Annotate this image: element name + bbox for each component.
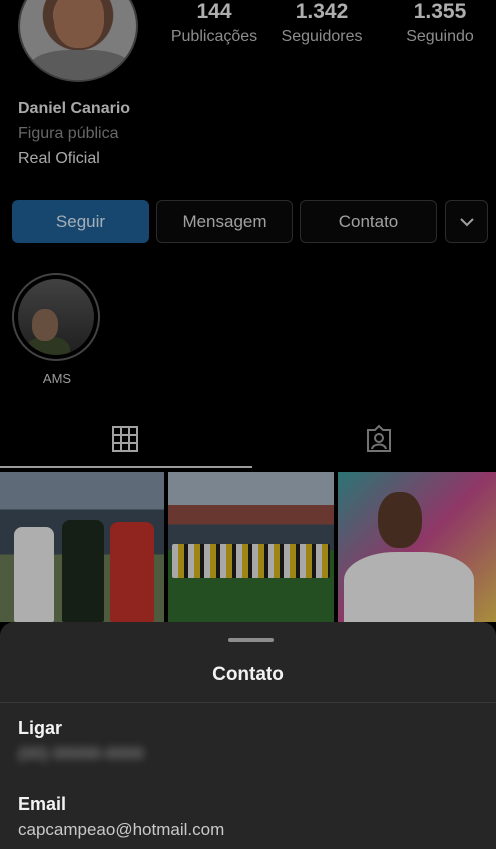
email-value[interactable]: capcampeao@hotmail.com — [18, 820, 224, 840]
stat-followers-label: Seguidores — [281, 28, 363, 45]
chevron-down-icon — [459, 217, 474, 226]
avatar-shirt — [30, 50, 130, 80]
profile-bio-text: Real Oficial — [18, 150, 100, 167]
stat-followers[interactable]: 1.342 Seguidores — [274, 0, 370, 46]
avatar-face — [54, 0, 104, 48]
stat-following-label: Seguindo — [406, 28, 474, 45]
grid-icon[interactable] — [110, 424, 140, 454]
message-button[interactable]: Mensagem — [156, 200, 293, 243]
post-thumbnail[interactable] — [338, 472, 496, 622]
stat-following-count: 1.355 — [413, 0, 467, 23]
profile-tabs — [0, 418, 496, 470]
profile-stats: 144 Publicações 1.342 Seguidores 1.355 S… — [160, 0, 496, 60]
profile-category: Figura pública — [18, 125, 119, 142]
stat-followers-count: 1.342 — [295, 0, 349, 23]
stat-following[interactable]: 1.355 Seguindo — [390, 0, 490, 46]
profile-avatar[interactable] — [18, 0, 138, 82]
more-options-button[interactable] — [445, 200, 488, 243]
contact-button[interactable]: Contato — [300, 200, 437, 243]
sheet-drag-handle[interactable] — [228, 638, 274, 642]
tagged-icon[interactable] — [364, 424, 394, 454]
stat-posts[interactable]: 144 Publicações — [162, 0, 266, 46]
posts-grid — [0, 472, 496, 622]
call-value[interactable]: (00) 00000-0000 — [18, 744, 144, 764]
email-label[interactable]: Email — [18, 794, 66, 815]
follow-button[interactable]: Seguir — [12, 200, 149, 243]
post-thumbnail[interactable] — [168, 472, 334, 622]
highlight-item[interactable]: AMS — [12, 273, 102, 386]
sheet-title: Contato — [212, 664, 284, 685]
stat-posts-label: Publicações — [170, 28, 258, 45]
post-thumbnail[interactable] — [0, 472, 164, 622]
highlight-cover — [18, 279, 94, 355]
profile-name: Daniel Canario — [18, 100, 131, 117]
call-label[interactable]: Ligar — [18, 718, 62, 739]
contact-sheet: Contato Ligar (00) 00000-0000 Email capc… — [0, 622, 496, 849]
highlight-label: AMS — [42, 371, 72, 386]
highlight-ring — [12, 273, 100, 361]
sheet-divider — [0, 702, 496, 703]
active-tab-indicator — [0, 466, 252, 468]
profile-bio: Daniel Canario Figura pública Real Ofici… — [18, 96, 130, 171]
stat-posts-count: 144 — [196, 0, 232, 23]
